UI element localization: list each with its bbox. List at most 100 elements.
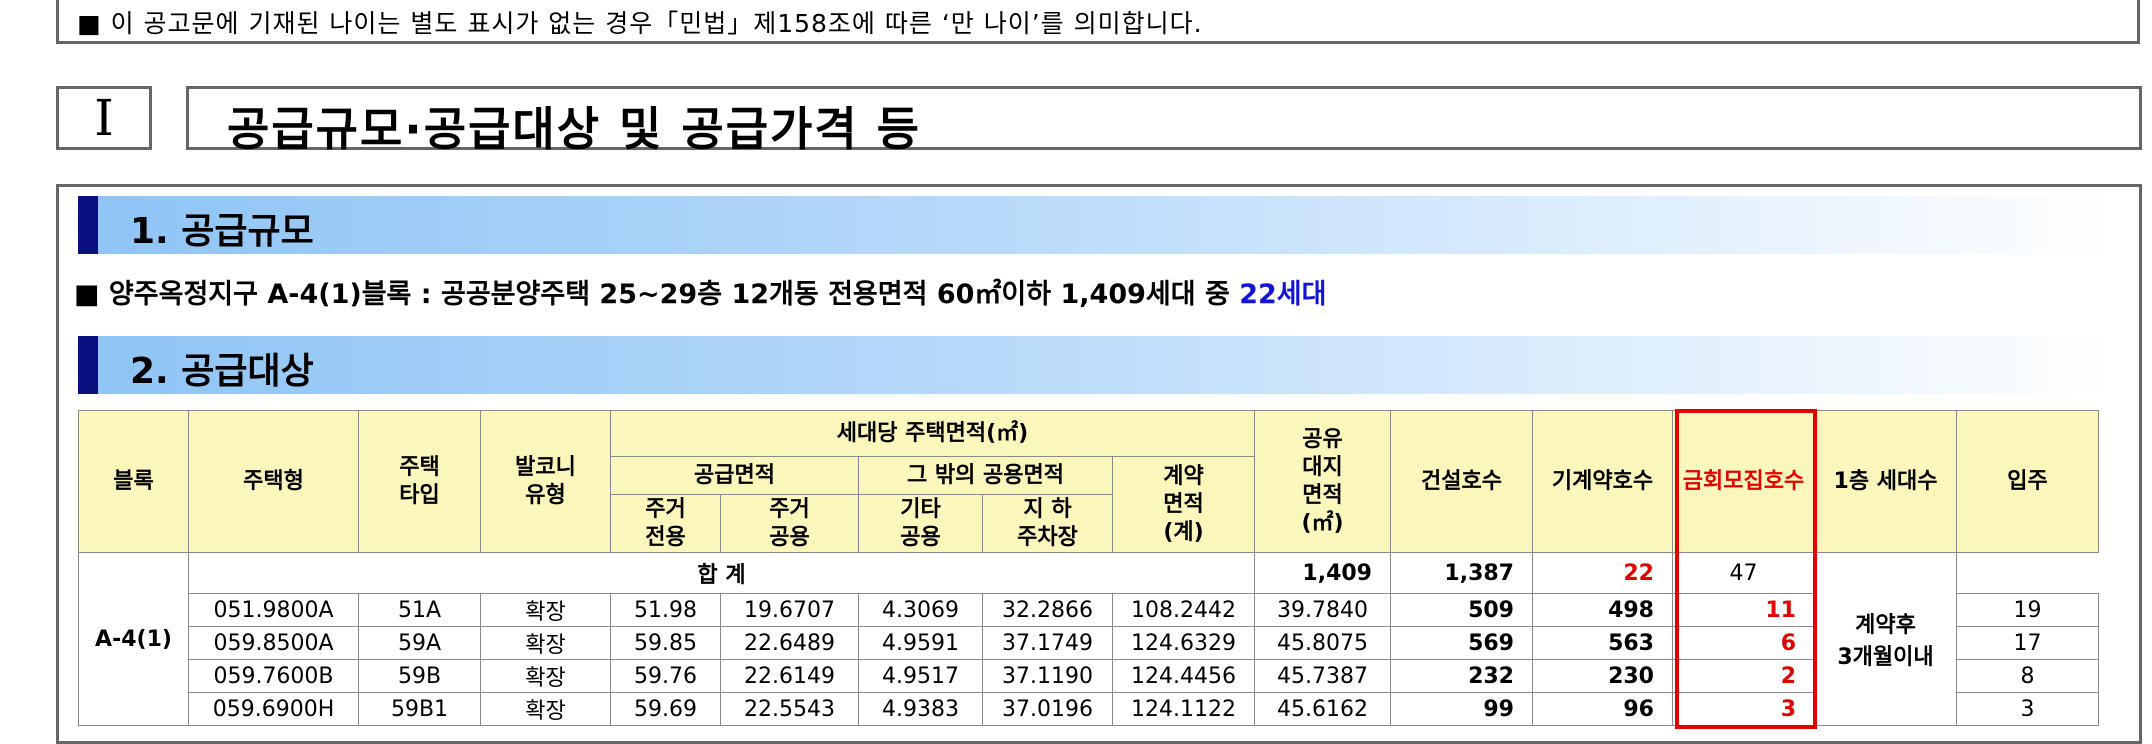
cell-built: 99: [1390, 692, 1533, 726]
cell-contracted: 230: [1532, 659, 1673, 693]
cell-type: 59B1: [358, 692, 481, 726]
cell-contract: 108.2442: [1112, 593, 1255, 627]
header-recruit: 금회모집호수: [1672, 410, 1815, 553]
supply-scale-highlight: 22세대: [1239, 279, 1327, 310]
cell-recruit: 2: [1672, 659, 1815, 693]
cell-balcony: 확장: [480, 692, 611, 726]
cell-private: 59.69: [610, 692, 721, 726]
heading-accent: [78, 336, 98, 394]
cell-parking: 37.0196: [982, 692, 1113, 726]
cell-house-type: 051.9800A: [188, 593, 359, 627]
supply-scale-heading: 1. 공급규모: [130, 211, 314, 252]
cell-private: 51.98: [610, 593, 721, 627]
supply-scale-statement: ■ 양주옥정지구 A-4(1)블록 : 공공분양주택 25~29층 12개동 전…: [74, 272, 1327, 311]
header-etc-common: 기타 공용: [858, 494, 983, 553]
age-notice-text: ■ 이 공고문에 기재된 나이는 별도 표시가 없는 경우「민법」제158조에 …: [77, 4, 1203, 40]
cell-recruit: 11: [1672, 593, 1815, 627]
cell-etc: 4.9383: [858, 692, 983, 726]
cell-etc: 4.9517: [858, 659, 983, 693]
section-title-box: 공급규모·공급대상 및 공급가격 등: [186, 86, 2142, 156]
cell-private: 59.85: [610, 626, 721, 660]
cell-common: 22.6149: [720, 659, 859, 693]
cell-etc: 4.3069: [858, 593, 983, 627]
age-notice-sentence: 이 공고문에 기재된 나이는 별도 표시가 없는 경우「민법」제158조에 따른…: [110, 9, 1203, 38]
cell-land: 45.7387: [1254, 659, 1391, 693]
heading-accent: [78, 196, 98, 254]
supply-target-heading: 2. 공급대상: [130, 351, 314, 392]
cell-type: 59B: [358, 659, 481, 693]
cell-common: 22.5543: [720, 692, 859, 726]
cell-total-recruit: 22: [1532, 552, 1673, 594]
cell-common: 22.6489: [720, 626, 859, 660]
cell-total-built: 1,409: [1254, 552, 1391, 594]
header-contract-area: 계약 면적 (계): [1112, 456, 1255, 553]
cell-contracted: 498: [1532, 593, 1673, 627]
section-title: 공급규모·공급대상 및 공급가격 등: [227, 102, 921, 156]
cell-total-first-floor: 47: [1672, 552, 1815, 594]
cell-land: 39.7840: [1254, 593, 1391, 627]
cell-land: 45.6162: [1254, 692, 1391, 726]
cell-contracted: 96: [1532, 692, 1673, 726]
cell-type: 59A: [358, 626, 481, 660]
cell-recruit: 3: [1672, 692, 1815, 726]
supply-target-heading-bar: 2. 공급대상: [78, 336, 2118, 394]
cell-balcony: 확장: [480, 593, 611, 627]
cell-balcony: 확장: [480, 659, 611, 693]
cell-house-type: 059.6900H: [188, 692, 359, 726]
header-contracted: 기계약호수: [1532, 410, 1673, 553]
header-balcony: 발코니 유형: [480, 410, 611, 553]
cell-total-contracted: 1,387: [1390, 552, 1533, 594]
header-block: 블록: [78, 410, 189, 553]
table-row: 059.7600B 59B 확장 59.76 22.6149 4.9517 37…: [79, 659, 2099, 693]
cell-first-floor: 19: [1956, 593, 2099, 627]
cell-common: 19.6707: [720, 593, 859, 627]
cell-contracted: 563: [1532, 626, 1673, 660]
cell-move-in: 계약후 3개월이내: [1814, 552, 1957, 726]
cell-parking: 32.2866: [982, 593, 1113, 627]
bullet-square: ■: [77, 9, 102, 38]
cell-total-label: 합 계: [188, 552, 1255, 594]
header-move-in: 입주: [1956, 410, 2099, 553]
header-built: 건설호수: [1390, 410, 1533, 553]
table-row: 059.8500A 59A 확장 59.85 22.6489 4.9591 37…: [79, 626, 2099, 660]
age-notice-box: ■ 이 공고문에 기재된 나이는 별도 표시가 없는 경우「민법」제158조에 …: [56, 0, 2140, 44]
bullet-square: ■: [74, 279, 100, 310]
cell-contract: 124.6329: [1112, 626, 1255, 660]
supply-scale-heading-bar: 1. 공급규모: [78, 196, 2118, 254]
header-res-private: 주거 전용: [610, 494, 721, 553]
cell-private: 59.76: [610, 659, 721, 693]
cell-contract: 124.4456: [1112, 659, 1255, 693]
cell-land: 45.8075: [1254, 626, 1391, 660]
cell-house-type: 059.8500A: [188, 626, 359, 660]
header-other-common: 그 밖의 공용면적: [858, 456, 1113, 495]
table-row: 059.6900H 59B1 확장 59.69 22.5543 4.9383 3…: [79, 692, 2099, 726]
header-supply-area: 공급면적: [610, 456, 859, 495]
cell-built: 569: [1390, 626, 1533, 660]
cell-contract: 124.1122: [1112, 692, 1255, 726]
supply-target-table: 블록 주택형 주택 타입 발코니 유형 세대당 주택면적(㎡) 공유 대지 면적 (㎡) …: [78, 410, 2099, 726]
table-row: 051.9800A 51A 확장 51.98 19.6707 4.3069 32…: [79, 593, 2099, 627]
cell-parking: 37.1190: [982, 659, 1113, 693]
header-house-subtype: 주택 타입: [358, 410, 481, 553]
supply-scale-text: 양주옥정지구 A-4(1)블록 : 공공분양주택 25~29층 12개동 전용면…: [108, 279, 1240, 310]
header-parking: 지 하 주차장: [982, 494, 1113, 553]
cell-block: A-4(1): [78, 552, 189, 726]
header-land-area: 공유 대지 면적 (㎡): [1254, 410, 1391, 553]
header-res-common: 주거 공용: [720, 494, 859, 553]
cell-first-floor: 3: [1956, 692, 2099, 726]
cell-type: 51A: [358, 593, 481, 627]
cell-built: 232: [1390, 659, 1533, 693]
cell-built: 509: [1390, 593, 1533, 627]
header-area-group: 세대당 주택면적(㎡): [610, 410, 1255, 457]
cell-parking: 37.1749: [982, 626, 1113, 660]
cell-recruit: 6: [1672, 626, 1815, 660]
cell-balcony: 확장: [480, 626, 611, 660]
section-numeral: Ⅰ: [56, 86, 152, 150]
table-row-total: A-4(1) 합 계 1,409 1,387 22 47 계약후 3개월이내: [78, 552, 2099, 726]
cell-first-floor: 17: [1956, 626, 2099, 660]
header-house-type: 주택형: [188, 410, 359, 553]
header-first-floor: 1층 세대수: [1814, 410, 1957, 553]
cell-etc: 4.9591: [858, 626, 983, 660]
cell-first-floor: 8: [1956, 659, 2099, 693]
cell-house-type: 059.7600B: [188, 659, 359, 693]
